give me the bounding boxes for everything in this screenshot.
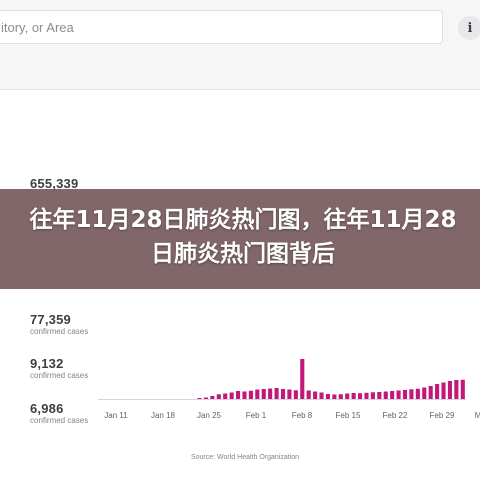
x-tick-label: Feb 29 (429, 411, 455, 420)
y-tick-caption: confirmed cases (30, 416, 89, 425)
chart-bar (236, 391, 241, 399)
chart-bar (441, 382, 446, 399)
y-tick: 9,132 confirmed cases (30, 356, 90, 380)
x-tick-label: Mar 7 (474, 411, 480, 420)
chart-bar (383, 391, 388, 399)
chart-bar (422, 387, 427, 399)
x-tick-label: Feb 1 (245, 411, 267, 420)
chart-bar (268, 388, 273, 399)
source-caption: Source: World Health Organization (190, 454, 300, 461)
chart-bar (287, 389, 292, 399)
chart-bar (306, 390, 311, 399)
chart-bar (242, 391, 247, 399)
y-tick-value: 6,986 (30, 401, 64, 416)
chart-bar (415, 388, 420, 399)
chart-bar (293, 390, 298, 399)
chart-bar (274, 388, 279, 399)
y-tick-value: 77,359 (30, 312, 71, 327)
info-icon[interactable]: i (458, 16, 480, 40)
chart-bar (255, 389, 260, 399)
chart-bar (280, 389, 286, 399)
chart-bar (300, 359, 305, 399)
chart-bar (402, 390, 408, 399)
x-tick-label: Jan 25 (196, 411, 222, 420)
chart-bar (390, 391, 395, 399)
chart-bar (313, 391, 318, 399)
search-box[interactable] (0, 10, 443, 44)
x-tick-label: Feb 8 (291, 411, 313, 420)
x-tick-label: Feb 22 (382, 411, 408, 420)
y-tick: 77,359 confirmed cases (30, 312, 90, 336)
chart-bar (248, 390, 253, 399)
article-title-banner: 往年11月28日肺炎热门图，往年11月28日肺炎热门图背后 (0, 189, 480, 289)
y-tick-caption: confirmed cases (30, 371, 89, 380)
chart-bar (396, 390, 401, 399)
chart-bar (454, 380, 459, 399)
chart-baseline (98, 399, 466, 400)
chart-bar (370, 392, 375, 399)
top-search-bar: i (0, 0, 480, 90)
chart-bar (435, 384, 440, 399)
x-tick-label: Jan 11 (104, 411, 128, 420)
y-tick-value: 9,132 (30, 356, 64, 371)
chart-bar (447, 381, 452, 399)
y-tick: 6,986 confirmed cases (30, 401, 90, 425)
y-tick-caption: confirmed cases (30, 327, 89, 336)
chart-bar (377, 392, 382, 399)
x-tick-label: Jan 18 (150, 411, 176, 420)
search-input[interactable] (0, 11, 442, 43)
article-title: 往年11月28日肺炎热门图，往年11月28日肺炎热门图背后 (29, 207, 457, 267)
x-tick-label: Feb 15 (335, 411, 361, 420)
chart-bar (261, 389, 266, 399)
chart-bar (428, 386, 433, 399)
chart-bar (460, 379, 465, 399)
chart-bar (409, 389, 414, 399)
